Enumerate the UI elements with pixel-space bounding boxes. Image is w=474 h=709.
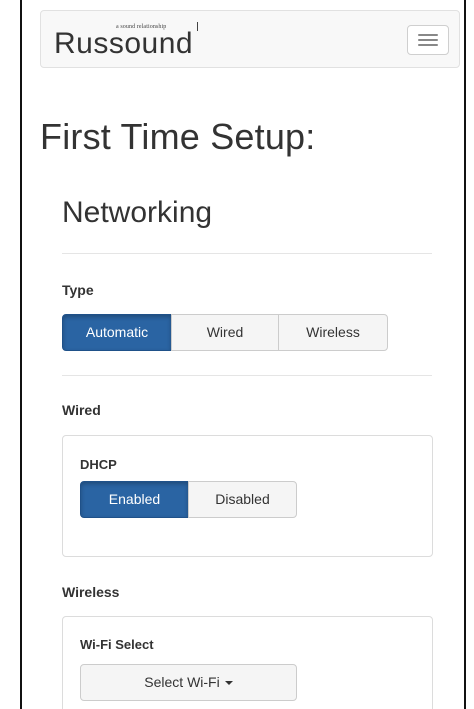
dhcp-enabled-button[interactable]: Enabled: [80, 481, 189, 518]
dhcp-button-group: Enabled Disabled: [80, 481, 297, 518]
page-title: First Time Setup:: [40, 116, 316, 157]
networking-section-title: Networking: [62, 196, 213, 229]
wired-panel: DHCP Enabled Disabled: [62, 435, 433, 557]
dhcp-disabled-button[interactable]: Disabled: [188, 481, 297, 518]
logo-tagline-divider: [197, 22, 198, 31]
type-label: Type: [62, 282, 94, 298]
type-automatic-button[interactable]: Automatic: [62, 314, 172, 351]
wireless-panel: Wi-Fi Select Select Wi-Fi: [62, 616, 433, 709]
menu-line: [418, 44, 438, 46]
type-button-group: Automatic Wired Wireless: [62, 314, 388, 351]
app-frame: a sound relationship Russound First Time…: [20, 0, 466, 709]
wifi-select-button-label: Select Wi-Fi: [144, 674, 220, 690]
type-wireless-button[interactable]: Wireless: [278, 314, 388, 351]
divider: [62, 375, 432, 376]
wifi-select-label: Wi-Fi Select: [80, 637, 154, 652]
dhcp-label: DHCP: [80, 457, 117, 472]
menu-line: [418, 39, 438, 41]
wifi-select-dropdown[interactable]: Select Wi-Fi: [80, 664, 297, 701]
divider: [62, 253, 432, 254]
caret-down-icon: [224, 681, 233, 686]
logo-wordmark: Russound: [54, 27, 194, 60]
menu-line: [418, 34, 438, 36]
russound-logo[interactable]: a sound relationship Russound: [54, 18, 234, 62]
navbar: a sound relationship Russound: [40, 10, 460, 68]
hamburger-menu-icon[interactable]: [407, 25, 449, 55]
type-wired-button[interactable]: Wired: [171, 314, 279, 351]
wired-section-label: Wired: [62, 402, 101, 418]
wireless-section-label: Wireless: [62, 584, 120, 600]
